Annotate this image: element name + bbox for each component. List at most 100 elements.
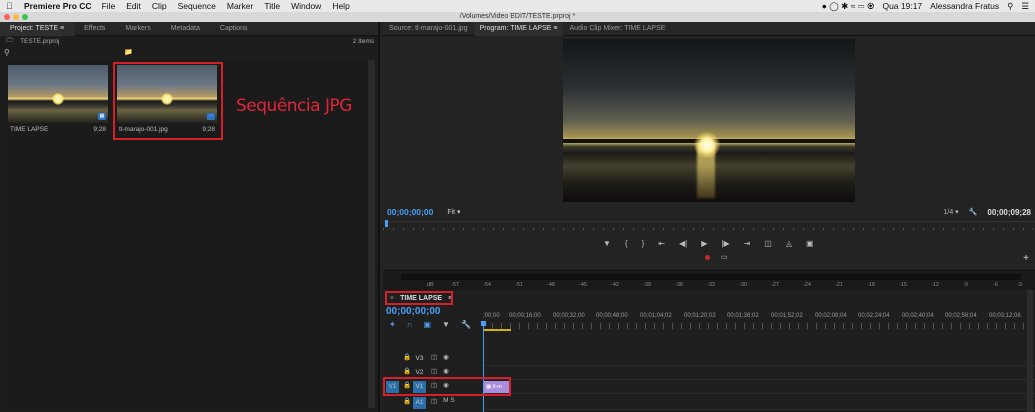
sync-lock-icon[interactable]: ◫: [431, 367, 437, 375]
timeline-playhead[interactable]: [483, 323, 484, 412]
resolution-select[interactable]: 1/4 ▾: [943, 208, 958, 216]
sync-lock-icon[interactable]: ◫: [431, 397, 437, 405]
nest-icon[interactable]: ✦: [389, 320, 396, 329]
meter-label: -42: [611, 282, 619, 288]
menu-marker[interactable]: Marker: [227, 1, 253, 11]
work-area-bar[interactable]: [484, 329, 511, 331]
mute-solo-buttons[interactable]: M S: [443, 397, 455, 405]
go-to-in-icon[interactable]: ⇤: [658, 239, 665, 248]
snap-icon[interactable]: ∩: [407, 320, 413, 329]
zoom-window-button[interactable]: [22, 14, 28, 20]
tab-audio-mixer[interactable]: Audio Clip Mixer: TIME LAPSE: [563, 22, 671, 36]
menu-title[interactable]: Title: [264, 1, 280, 11]
new-bin-icon[interactable]: 📁: [124, 48, 133, 56]
duration-timecode: 00;00;09;28: [987, 207, 1031, 217]
eye-icon[interactable]: ◉: [443, 367, 449, 375]
settings-wrench-icon[interactable]: 🔧: [461, 320, 471, 329]
project-scrollbar[interactable]: [368, 60, 375, 408]
playhead-handle[interactable]: [481, 321, 486, 326]
button-editor-icon[interactable]: +: [1023, 253, 1029, 264]
tab-metadata[interactable]: Metadata: [161, 22, 210, 36]
sync-lock-icon[interactable]: ◫: [431, 353, 437, 361]
folder-icon: 🗁: [6, 37, 15, 44]
wrench-icon[interactable]: 🔧: [969, 208, 978, 216]
status-icons[interactable]: ● ◯ ✱ ≈ ⎓ ♼: [822, 1, 875, 12]
step-forward-icon[interactable]: |▶: [721, 239, 729, 248]
track-lane[interactable]: [483, 352, 1035, 366]
lock-icon[interactable]: 🔒: [403, 397, 411, 405]
add-marker-icon[interactable]: ▼: [603, 239, 611, 248]
menu-help[interactable]: Help: [332, 1, 349, 11]
meter-label: -54: [483, 282, 491, 288]
eye-icon[interactable]: ◉: [443, 353, 449, 361]
meter-label: -30: [739, 282, 747, 288]
tab-project[interactable]: Project: TESTE ≡: [0, 21, 75, 36]
menu-list-icon[interactable]: ☰: [1021, 1, 1029, 12]
meter-label: -48: [547, 282, 555, 288]
track-label[interactable]: V3: [413, 353, 426, 365]
app-name[interactable]: Premiere Pro CC: [24, 1, 92, 11]
lock-icon[interactable]: 🔒: [403, 353, 411, 361]
project-path: 🗁 TESTE.prproj 2 Items: [0, 36, 378, 47]
apple-icon[interactable]: : [6, 1, 18, 11]
meter-label: dB: [427, 282, 434, 288]
timeline-scrollbar[interactable]: [1027, 290, 1033, 412]
search-icon[interactable]: ⚲: [1007, 1, 1013, 12]
user-name[interactable]: Alessandra Fratus: [930, 1, 999, 11]
menu-window[interactable]: Window: [291, 1, 321, 11]
monitor-controls: 00;00;00;00 Fit ▾ 1/4 ▾ 🔧 00;00;09;28: [387, 206, 1031, 218]
mark-in-icon[interactable]: {: [625, 239, 628, 248]
lift-icon[interactable]: ◫: [764, 239, 772, 248]
meter-label: -24: [803, 282, 811, 288]
project-file: TESTE.prproj: [20, 38, 60, 45]
window-controls: [4, 14, 28, 20]
linked-selection-icon[interactable]: ▣: [423, 320, 431, 329]
record-icon[interactable]: [705, 255, 710, 260]
monitor-tabs: Source: tl-marajo-001.jpg Program: TIME …: [383, 21, 1035, 36]
extract-icon[interactable]: ◬: [786, 239, 792, 248]
playhead-timecode[interactable]: 00;00;00;00: [387, 207, 433, 217]
tab-markers[interactable]: Markers: [115, 22, 160, 36]
timeline-tools: ✦ ∩ ▣ ▼ 🔧: [389, 320, 471, 329]
play-icon[interactable]: ▶: [701, 239, 707, 248]
meter-label: -39: [643, 282, 651, 288]
ruler-label: 00;01;20;02: [684, 313, 716, 319]
safe-margins-icon[interactable]: ▭: [721, 253, 728, 261]
ruler-label: ;00;00: [483, 313, 500, 319]
mark-out-icon[interactable]: }: [642, 239, 645, 248]
go-to-out-icon[interactable]: ⇥: [744, 239, 751, 248]
timeline-ruler[interactable]: [483, 323, 1035, 329]
transport-controls: ▼ { } ⇤ ◀| ▶ |▶ ⇥ ◫ ◬ ▣: [603, 239, 814, 248]
track-label[interactable]: A1: [413, 397, 426, 409]
track-lane[interactable]: [483, 380, 1035, 394]
ruler-label: 00;00;48;00: [596, 313, 628, 319]
project-search[interactable]: ⚲ 📁: [0, 47, 378, 57]
tab-project-label: Project: TESTE: [10, 24, 59, 32]
menu-sequence[interactable]: Sequence: [178, 1, 216, 11]
project-item-sequence[interactable]: ▦ TIME LAPSE 9;28: [8, 65, 108, 141]
tab-captions[interactable]: Captions: [210, 22, 258, 36]
menu-clip[interactable]: Clip: [152, 1, 167, 11]
export-frame-icon[interactable]: ▣: [806, 239, 814, 248]
menu-edit[interactable]: Edit: [126, 1, 141, 11]
meter-label: -51: [515, 282, 523, 288]
track-lane[interactable]: [483, 396, 1035, 410]
clock[interactable]: Qua 19:17: [882, 1, 922, 11]
menu-file[interactable]: File: [102, 1, 116, 11]
tab-source[interactable]: Source: tl-marajo-001.jpg: [383, 22, 474, 36]
zoom-select[interactable]: Fit ▾: [447, 208, 460, 216]
monitor-playhead[interactable]: [385, 220, 388, 227]
track-lane[interactable]: [483, 366, 1035, 380]
item-name: TIME LAPSE: [10, 126, 49, 133]
minimize-window-button[interactable]: [13, 14, 19, 20]
tab-effects[interactable]: Effects: [74, 22, 115, 36]
step-back-icon[interactable]: ◀|: [679, 239, 687, 248]
add-marker-icon[interactable]: ▼: [442, 320, 450, 329]
monitor-timeruler[interactable]: [383, 221, 1035, 230]
ruler-label: 00;01;04;02: [640, 313, 672, 319]
close-window-button[interactable]: [4, 14, 10, 20]
timeline-timecode[interactable]: 00;00;00;00: [386, 306, 440, 317]
tab-program[interactable]: Program: TIME LAPSE ≡: [473, 21, 564, 36]
lock-icon[interactable]: 🔒: [403, 367, 411, 375]
search-icon[interactable]: ⚲: [4, 48, 10, 57]
